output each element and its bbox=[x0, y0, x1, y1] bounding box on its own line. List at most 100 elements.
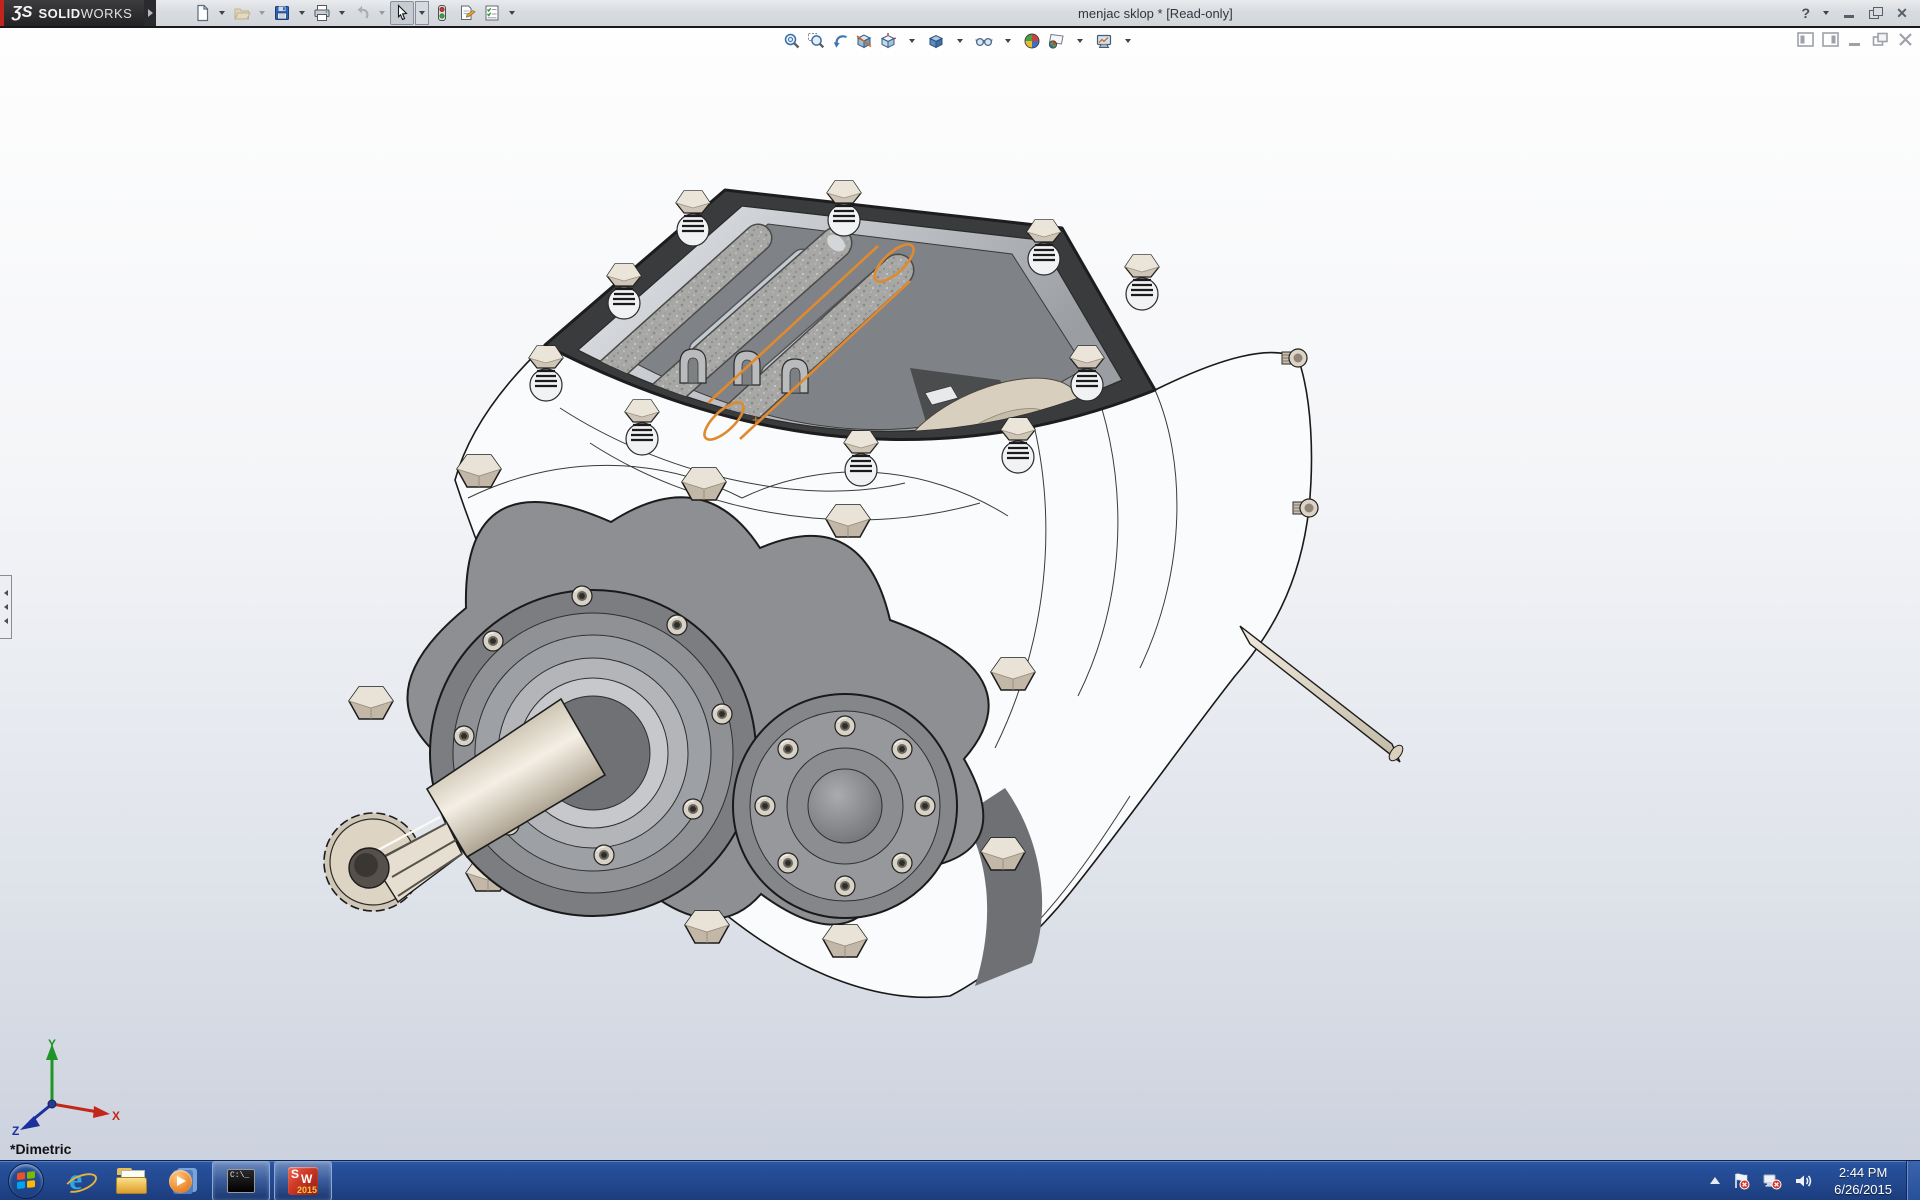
select-dropdown[interactable] bbox=[415, 1, 429, 25]
print-button[interactable] bbox=[310, 1, 334, 25]
view-settings-button[interactable] bbox=[1093, 30, 1115, 52]
oil-plug-lower[interactable] bbox=[1293, 499, 1318, 517]
gearbox-model[interactable]: + bbox=[0, 28, 1920, 1160]
open-folder-icon bbox=[233, 4, 251, 22]
new-button[interactable] bbox=[190, 1, 214, 25]
start-button[interactable] bbox=[8, 1163, 44, 1199]
options-checklist-icon bbox=[483, 4, 501, 22]
section-view-button[interactable] bbox=[853, 30, 875, 52]
clock-date: 6/26/2015 bbox=[1834, 1181, 1892, 1198]
print-dropdown[interactable] bbox=[335, 1, 349, 25]
taskbar-solidworks[interactable]: S W 2015 bbox=[274, 1161, 332, 1200]
reference-triad[interactable]: Y X Z bbox=[6, 1036, 126, 1136]
headsup-view-toolbar bbox=[781, 30, 1139, 52]
hide-show-items-dropdown[interactable] bbox=[997, 30, 1019, 52]
zoom-to-area-icon bbox=[807, 32, 825, 50]
options-button[interactable] bbox=[480, 1, 504, 25]
command-prompt-icon: C:\_ bbox=[227, 1169, 255, 1193]
chevron-down-icon bbox=[379, 11, 385, 15]
show-hidden-icons-button[interactable] bbox=[1710, 1177, 1720, 1184]
rebuild-traffic-light-icon bbox=[433, 4, 451, 22]
system-tray: 2:44 PM 6/26/2015 bbox=[1710, 1164, 1900, 1198]
view-orientation-dropdown[interactable] bbox=[901, 30, 923, 52]
display-pane-button[interactable] bbox=[1822, 32, 1839, 47]
window-controls: ? ✕ bbox=[1791, 0, 1920, 26]
selection-origin-marker: + bbox=[752, 412, 760, 427]
chevron-down-icon bbox=[509, 11, 515, 15]
rebuild-button[interactable] bbox=[430, 1, 454, 25]
select-cursor-icon bbox=[393, 4, 411, 22]
zoom-to-area-button[interactable] bbox=[805, 30, 827, 52]
windows-flag-icon bbox=[9, 1164, 43, 1198]
view-orientation-button[interactable] bbox=[877, 30, 899, 52]
y-axis-label: Y bbox=[48, 1037, 56, 1051]
chevron-down-icon bbox=[219, 11, 225, 15]
zoom-to-fit-button[interactable] bbox=[781, 30, 803, 52]
network-status-icon[interactable] bbox=[1762, 1172, 1782, 1190]
x-axis-label: X bbox=[112, 1109, 120, 1123]
minimize-button[interactable] bbox=[1842, 6, 1858, 20]
flyout-arrow-icon bbox=[148, 9, 153, 17]
hide-show-items-button[interactable] bbox=[973, 30, 995, 52]
window-title: menjac sklop * [Read-only] bbox=[519, 6, 1791, 21]
menu-flyout-arrow[interactable] bbox=[144, 0, 156, 26]
restore-document-button[interactable] bbox=[1872, 32, 1889, 47]
open-button[interactable] bbox=[230, 1, 254, 25]
apply-scene-dropdown[interactable] bbox=[1069, 30, 1091, 52]
apply-scene-button[interactable] bbox=[1045, 30, 1067, 52]
close-button[interactable]: ✕ bbox=[1894, 6, 1910, 20]
oil-plug-upper[interactable] bbox=[1282, 349, 1307, 367]
chevron-down-icon bbox=[1077, 39, 1083, 43]
chevron-down-icon bbox=[299, 11, 305, 15]
edit-appearance-button[interactable] bbox=[1021, 30, 1043, 52]
minimize-document-button[interactable] bbox=[1847, 32, 1864, 47]
shift-fork-lug[interactable] bbox=[680, 349, 706, 383]
help-button[interactable]: ? bbox=[1801, 5, 1810, 21]
display-style-dropdown[interactable] bbox=[949, 30, 971, 52]
taskbar-media-player[interactable] bbox=[158, 1161, 210, 1200]
close-document-button[interactable] bbox=[1897, 32, 1914, 47]
help-dropdown[interactable] bbox=[1823, 11, 1829, 15]
file-properties-button[interactable] bbox=[455, 1, 479, 25]
previous-view-icon bbox=[831, 32, 849, 50]
media-player-icon bbox=[169, 1167, 199, 1195]
action-center-icon[interactable] bbox=[1732, 1172, 1750, 1190]
undo-dropdown[interactable] bbox=[375, 1, 389, 25]
featuremanager-pane-button[interactable] bbox=[1797, 32, 1814, 47]
select-button[interactable] bbox=[390, 1, 414, 25]
new-dropdown[interactable] bbox=[215, 1, 229, 25]
volume-icon[interactable] bbox=[1794, 1172, 1814, 1190]
input-shaft-hub[interactable] bbox=[324, 586, 756, 916]
shift-lever-rod[interactable] bbox=[1240, 626, 1405, 763]
apply-scene-icon bbox=[1047, 32, 1065, 50]
chevron-down-icon bbox=[1005, 39, 1011, 43]
taskbar-windows-explorer[interactable] bbox=[106, 1161, 158, 1200]
chevron-left-icon bbox=[4, 618, 8, 624]
chevron-down-icon bbox=[1125, 39, 1131, 43]
open-dropdown[interactable] bbox=[255, 1, 269, 25]
chevron-down-icon bbox=[957, 39, 963, 43]
featuremanager-collapsed-tab[interactable] bbox=[0, 575, 12, 639]
view-settings-icon bbox=[1095, 32, 1113, 50]
undo-button[interactable] bbox=[350, 1, 374, 25]
save-button[interactable] bbox=[270, 1, 294, 25]
options-dropdown[interactable] bbox=[505, 1, 519, 25]
solidworks-logo: ƷS SOLIDWORKS bbox=[4, 0, 144, 26]
folder-icon bbox=[116, 1168, 148, 1194]
x-axis-arrow bbox=[93, 1106, 110, 1118]
save-dropdown[interactable] bbox=[295, 1, 309, 25]
bearing-cover[interactable] bbox=[733, 694, 957, 918]
display-style-button[interactable] bbox=[925, 30, 947, 52]
show-desktop-button[interactable] bbox=[1906, 1161, 1920, 1200]
graphics-viewport[interactable]: + bbox=[0, 28, 1920, 1160]
file-properties-icon bbox=[458, 4, 476, 22]
taskbar-clock[interactable]: 2:44 PM 6/26/2015 bbox=[1834, 1164, 1892, 1198]
windows-taskbar: e C:\_ S W 2015 bbox=[0, 1160, 1920, 1200]
restore-button[interactable] bbox=[1868, 6, 1884, 20]
previous-view-button[interactable] bbox=[829, 30, 851, 52]
view-settings-dropdown[interactable] bbox=[1117, 30, 1139, 52]
taskbar-command-prompt[interactable]: C:\_ bbox=[212, 1161, 270, 1200]
taskbar-internet-explorer[interactable]: e bbox=[54, 1161, 106, 1200]
view-orientation-label: *Dimetric bbox=[10, 1141, 71, 1157]
z-axis-label: Z bbox=[12, 1124, 19, 1136]
